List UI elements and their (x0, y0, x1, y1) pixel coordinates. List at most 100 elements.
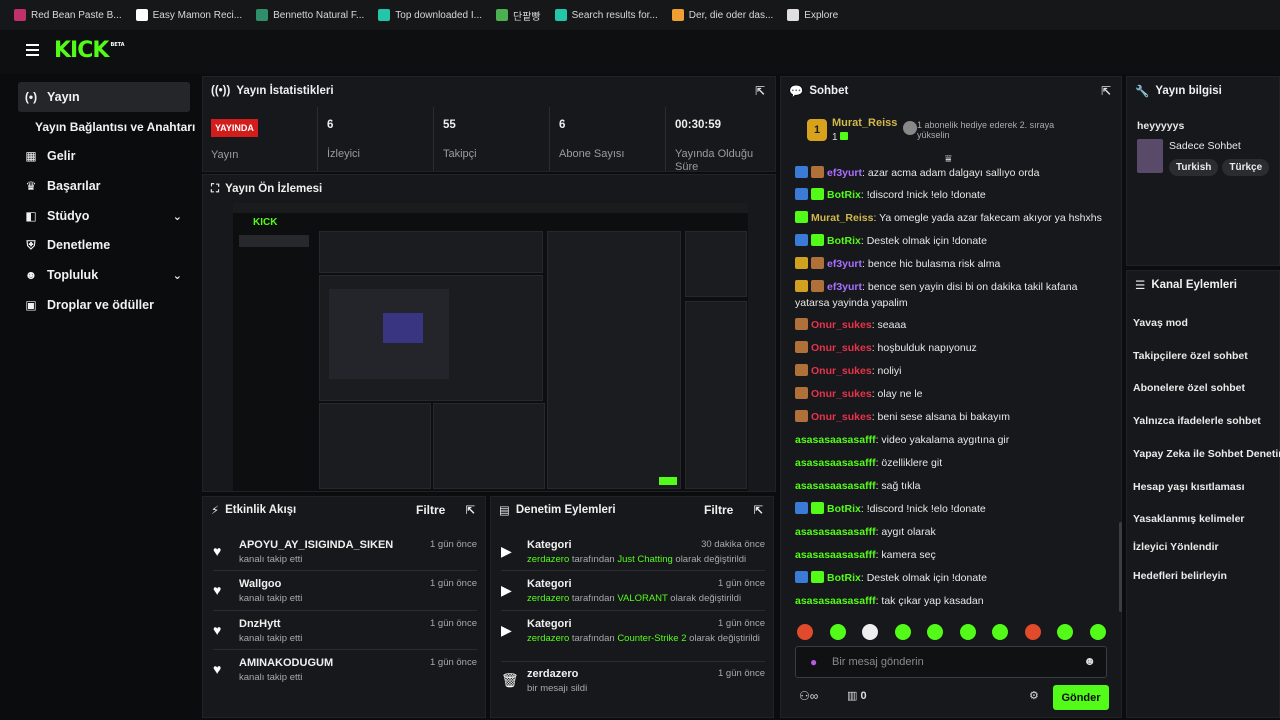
emote-icon[interactable] (927, 624, 943, 640)
studio-icon: ◧ (25, 209, 37, 223)
top-header (0, 30, 1280, 74)
chat-username[interactable]: Murat_Reiss (811, 212, 873, 224)
rank-badge: 1 (807, 119, 827, 141)
chat-username[interactable]: asasasaasasafff (795, 480, 876, 492)
emote-icon[interactable] (959, 624, 976, 640)
chat-text: video yakalama aygıtına gir (881, 434, 1010, 446)
chat-text: seaaa (877, 319, 907, 331)
sidebar-item-label: Stüdyo (47, 209, 90, 223)
sidebar-item-topluluk[interactable]: ☻ Topluluk ⌄ (18, 260, 190, 290)
emote-icon[interactable] (862, 624, 878, 640)
stream-info-panel: 🔧 Yayın bilgisi heyyyyys Sadece Sohbet Tu… (1126, 76, 1280, 266)
pinned-user[interactable]: Murat_Reiss (832, 117, 897, 129)
emote-icon[interactable] (1057, 624, 1073, 640)
bookmark-item[interactable]: Top downloaded I... (378, 9, 482, 21)
popout-icon[interactable]: ⇱ (1101, 84, 1111, 98)
chat-username[interactable]: Onur_sukes (811, 365, 872, 377)
chat-username[interactable]: BotRix (827, 572, 861, 584)
trash-icon: 🗑 (501, 672, 519, 688)
chevron-down-icon[interactable]: ⌄ (173, 210, 182, 223)
action-subscribers-only[interactable]: Abonelere özel sohbet (1133, 382, 1245, 394)
chat-message: asasasaasasafff: kamera seç (795, 549, 936, 561)
user-badge-icon (811, 502, 824, 514)
chat-username[interactable]: asasasaasasafff (795, 457, 876, 469)
sidebar-item-label: Droplar ve ödüller (47, 298, 154, 312)
mic-icon[interactable]: ● (810, 655, 817, 669)
menu-icon[interactable] (26, 44, 39, 59)
heart-icon: ♥ (213, 543, 222, 559)
action-raid[interactable]: İzleyici Yönlendir (1133, 541, 1219, 553)
action-ai-moderation[interactable]: Yapay Zeka ile Sohbet Denetimi (1133, 448, 1280, 460)
bookmark-item[interactable]: 단팥빵 (496, 8, 541, 23)
stats-icon: ((•)) (211, 85, 231, 97)
action-banned-words[interactable]: Yasaklanmış kelimeler (1133, 513, 1245, 525)
chat-message: Onur_sukes: olay ne le (795, 386, 1105, 402)
bookmark-item[interactable]: Der, die oder das... (671, 9, 773, 21)
bookmark-item[interactable]: Easy Mamon Reci... (135, 9, 242, 21)
heart-icon: ♥ (213, 582, 222, 598)
emote-icon[interactable] (992, 624, 1008, 640)
emote-icon[interactable] (1024, 624, 1041, 640)
emote-icon[interactable] (894, 624, 911, 640)
sidebar-item-studyo[interactable]: ◧ Stüdyo ⌄ (18, 201, 190, 231)
tag-turkce[interactable]: Türkçe (1222, 159, 1270, 176)
action-account-age[interactable]: Hesap yaşı kısıtlaması (1133, 481, 1245, 493)
chat-username[interactable]: Onur_sukes (811, 342, 872, 354)
channel-points-icon[interactable]: ⚇∞ (799, 689, 818, 703)
chat-username[interactable]: asasasaasasafff (795, 595, 876, 607)
chat-text: bence hic bulasma risk alma (867, 258, 1001, 270)
bookmark-item[interactable]: Explore (787, 9, 838, 21)
popout-icon[interactable]: ⇱ (755, 84, 765, 98)
action-slow-mode[interactable]: Yavaş mod (1133, 317, 1188, 329)
emoji-icon[interactable]: ☻ (1083, 654, 1096, 668)
sidebar-subitem-stream-key[interactable]: Yayın Bağlantısı ve Anahtarı (35, 120, 195, 134)
bookmark-label: Search results for... (571, 9, 658, 21)
action-emotes-only[interactable]: Yalnızca ifadelerle sohbet (1133, 415, 1261, 427)
chat-username[interactable]: BotRix (827, 235, 861, 247)
chevron-down-icon[interactable]: ⌄ (173, 269, 182, 282)
emote-icon[interactable] (797, 624, 813, 640)
sidebar-item-label: Başarılar (47, 179, 101, 193)
bookmark-item[interactable]: Search results for... (554, 9, 658, 21)
chat-message: BotRix: Destek olmak için !donate (795, 233, 1105, 249)
chat-username[interactable]: Onur_sukes (811, 319, 872, 331)
user-badge-icon (795, 280, 808, 292)
popout-icon[interactable]: ⇱ (465, 503, 475, 517)
gear-icon[interactable]: ⚙ (1029, 689, 1039, 702)
filter-button[interactable]: Filtre (416, 503, 445, 517)
chat-username[interactable]: asasasaasasafff (795, 549, 876, 561)
emote-icon[interactable] (829, 624, 846, 640)
kick-logo[interactable]: KICK BETA (54, 38, 125, 63)
chat-username[interactable]: BotRix (827, 189, 861, 201)
chat-username[interactable]: Onur_sukes (811, 388, 872, 400)
chat-text: Ya omegle yada azar fakecam akıyor ya hs… (879, 212, 1102, 224)
user-badge-icon (811, 257, 824, 269)
chat-username[interactable]: ef3yurt (827, 258, 862, 270)
chat-input[interactable]: ● Bir mesaj gönderin ☻ (795, 646, 1107, 678)
sidebar-item-basarilar[interactable]: ♛ Başarılar (18, 171, 190, 201)
chat-username[interactable]: asasasaasasafff (795, 434, 876, 446)
user-badge-icon (795, 166, 808, 178)
chat-username[interactable]: BotRix (827, 503, 861, 515)
chat-username[interactable]: Onur_sukes (811, 411, 872, 423)
popout-icon[interactable]: ⇱ (753, 503, 763, 517)
sidebar-item-yayin[interactable]: (•) Yayın (18, 82, 190, 112)
panel-title: Denetim Eylemleri (515, 504, 616, 516)
panel-title: Kanal Eylemleri (1151, 279, 1237, 291)
send-button[interactable]: Gönder (1053, 685, 1109, 710)
action-set-goals[interactable]: Hedefleri belirleyin (1133, 570, 1227, 582)
bookmark-item[interactable]: Bennetto Natural F... (256, 9, 364, 21)
user-badge-icon (795, 257, 808, 269)
stream-preview-video[interactable]: KICK (233, 203, 748, 491)
sidebar-item-droplar[interactable]: ▣ Droplar ve ödüller (18, 290, 190, 320)
bookmark-item[interactable]: Red Bean Paste B... (14, 9, 122, 21)
action-followers-only[interactable]: Takipçilere özel sohbet (1133, 350, 1248, 362)
chat-username[interactable]: ef3yurt (827, 167, 862, 179)
tag-turkish[interactable]: Turkish (1169, 159, 1219, 176)
sidebar-item-gelir[interactable]: ▦ Gelir (18, 141, 190, 171)
chat-username[interactable]: asasasaasasafff (795, 526, 876, 538)
sidebar-item-denetleme[interactable]: ⛨ Denetleme (18, 230, 190, 260)
chat-username[interactable]: ef3yurt (827, 281, 862, 293)
emote-icon[interactable] (1089, 624, 1106, 640)
filter-button[interactable]: Filtre (704, 503, 733, 517)
